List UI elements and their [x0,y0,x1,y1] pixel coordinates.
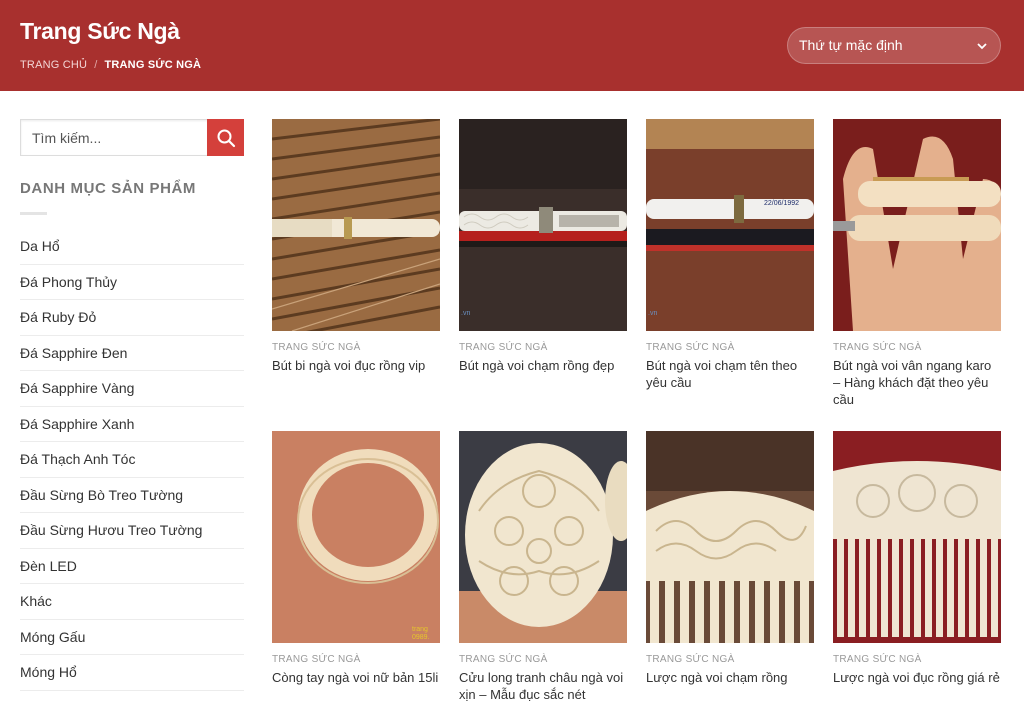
product-category[interactable]: TRANG SỨC NGÀ [833,654,1001,665]
product-name[interactable]: Cửu long tranh châu ngà voi xịn – Mẫu đụ… [459,669,627,703]
watermark-text: .vn [461,310,470,317]
product-category[interactable]: TRANG SỨC NGÀ [459,654,627,665]
page-title: Trang Sức Ngà [20,18,180,44]
product-image-pen-name[interactable]: 22/06/1992 .vn [646,119,814,331]
category-item-dau-sung-huou[interactable]: Đầu Sừng Hươu Treo Tường [20,513,244,549]
category-item-da-phong-thuy[interactable]: Đá Phong Thủy [20,265,244,300]
product-category[interactable]: TRANG SỨC NGÀ [272,342,440,353]
watermark-text: .vn [648,310,657,317]
breadcrumb-home-link[interactable]: TRANG CHỦ [20,59,87,71]
product-card[interactable]: TRANG SỨC NGÀ Bút ngà voi vân ngang karo… [833,119,1001,408]
sort-order-value: Thứ tự mặc định [799,37,903,53]
product-name[interactable]: Bút ngà voi chạm rồng đẹp [459,357,627,374]
product-card[interactable]: trang 0989. TRANG SỨC NGÀ Còng tay ngà v… [272,431,440,686]
category-item-dau-sung-bo[interactable]: Đầu Sừng Bò Treo Tường [20,478,244,513]
search-button[interactable] [207,119,244,156]
product-card[interactable]: TRANG SỨC NGÀ Lược ngà voi chạm rồng [646,431,814,686]
product-category[interactable]: TRANG SỨC NGÀ [646,654,814,665]
category-item-mong-ho[interactable]: Móng Hổ [20,655,244,691]
pen-engraving-text: 22/06/1992 [764,200,799,207]
search-field [20,119,208,156]
category-item-da-ho[interactable]: Da Hổ [20,229,244,265]
product-image-bracelet[interactable]: trang 0989. [272,431,440,643]
category-item-den-led[interactable]: Đèn LED [20,549,244,584]
category-item-da-thach-anh-toc[interactable]: Đá Thạch Anh Tóc [20,442,244,478]
product-card[interactable]: TRANG SỨC NGÀ Lược ngà voi đục rồng giá … [833,431,1001,686]
product-image-pen-dragon[interactable]: .vn [459,119,627,331]
product-image-comb-cheap[interactable] [833,431,1001,643]
search-input[interactable] [21,120,208,155]
breadcrumb-separator: / [94,59,98,71]
product-image-pen-dragon-vip[interactable] [272,119,440,331]
product-name[interactable]: Bút ngà voi chạm tên theo yêu cầu [646,357,814,391]
category-item-da-sapphire-xanh[interactable]: Đá Sapphire Xanh [20,407,244,442]
product-image-comb-dragon[interactable] [646,431,814,643]
product-card[interactable]: TRANG SỨC NGÀ Bút bi ngà voi đục rồng vi… [272,119,440,374]
product-category[interactable]: TRANG SỨC NGÀ [833,342,1001,353]
product-name[interactable]: Bút bi ngà voi đục rồng vip [272,357,440,374]
breadcrumb-current: TRANG SỨC NGÀ [104,59,202,71]
product-image-nine-dragons[interactable] [459,431,627,643]
categories-title: DANH MỤC SẢN PHẨM [20,180,197,197]
product-category[interactable]: TRANG SỨC NGÀ [272,654,440,665]
category-item-da-sapphire-den[interactable]: Đá Sapphire Đen [20,336,244,371]
product-name[interactable]: Còng tay ngà voi nữ bản 15li [272,669,440,686]
product-category[interactable]: TRANG SỨC NGÀ [459,342,627,353]
watermark-text: 0989. [412,634,430,641]
product-card[interactable]: .vn TRANG SỨC NGÀ Bút ngà voi chạm rồng … [459,119,627,374]
product-card[interactable]: TRANG SỨC NGÀ Cửu long tranh châu ngà vo… [459,431,627,703]
product-name[interactable]: Bút ngà voi vân ngang karo – Hàng khách … [833,357,1001,408]
category-item-da-sapphire-vang[interactable]: Đá Sapphire Vàng [20,371,244,407]
product-name[interactable]: Lược ngà voi đục rồng giá rẻ [833,669,1001,686]
product-image-pen-karo[interactable] [833,119,1001,331]
categories-divider [20,212,47,215]
product-category[interactable]: TRANG SỨC NGÀ [646,342,814,353]
category-item-mong-gau[interactable]: Móng Gấu [20,620,244,655]
category-list: Da Hổ Đá Phong Thủy Đá Ruby Đỏ Đá Sapphi… [20,229,244,691]
chevron-down-icon [977,43,987,50]
product-card[interactable]: 22/06/1992 .vn TRANG SỨC NGÀ Bút ngà voi… [646,119,814,391]
sort-order-select[interactable]: Thứ tự mặc định [787,27,1001,64]
search-icon [217,129,235,147]
category-item-da-ruby-do[interactable]: Đá Ruby Đỏ [20,300,244,336]
breadcrumb: TRANG CHỦ / TRANG SỨC NGÀ [20,59,201,71]
watermark-text: trang [412,626,428,633]
page-header: Trang Sức Ngà TRANG CHỦ / TRANG SỨC NGÀ Th… [0,0,1024,91]
product-name[interactable]: Lược ngà voi chạm rồng [646,669,814,686]
category-item-khac[interactable]: Khác [20,584,244,620]
